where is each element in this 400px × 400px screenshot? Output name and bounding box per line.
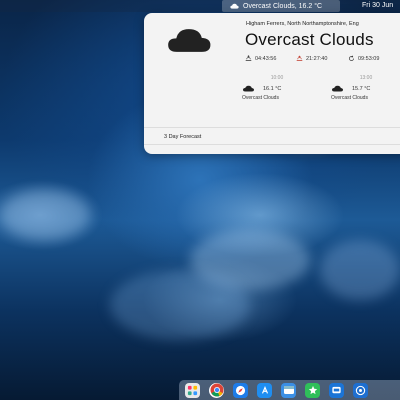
cloud-icon: [243, 85, 254, 92]
location-text: Higham Ferrers, North Northamptonshire, …: [246, 21, 359, 27]
hour-temp: 16.1 °C: [263, 85, 282, 92]
safari-icon[interactable]: [233, 382, 248, 398]
sunrise-info: 04:43:56: [245, 55, 276, 62]
eye-icon[interactable]: [156, 153, 166, 154]
dock: [179, 380, 400, 400]
hour-condition: Overcast Clouds: [242, 95, 279, 101]
current-condition: Overcast Clouds: [245, 30, 374, 49]
divider: [144, 144, 400, 145]
hour-condition: Overcast Clouds: [331, 95, 368, 101]
cloud-icon: [168, 29, 211, 52]
launchpad-icon[interactable]: [185, 382, 200, 398]
wallpaper-smoke: [320, 240, 400, 300]
weather-popover: Higham Ferrers, North Northamptonshire, …: [144, 13, 400, 154]
menubar-weather-item[interactable]: Overcast Clouds, 16.2 °C: [222, 0, 340, 12]
cloud-icon: [332, 85, 343, 92]
finder-icon[interactable]: [281, 382, 296, 398]
wallpaper-smoke: [110, 270, 250, 340]
divider: [144, 127, 400, 128]
app-store-icon[interactable]: [257, 382, 272, 398]
hour-time: 13:00: [359, 75, 373, 81]
day-length: 09:53:09: [358, 55, 380, 62]
sunset-icon: [296, 55, 303, 62]
hourly-forecast-item: 10:00 16.1 °C Overcast Clouds: [242, 75, 302, 101]
popover-toolbar: [156, 153, 198, 154]
sunrise-icon: [245, 55, 252, 62]
hour-temp: 15.7 °C: [352, 85, 371, 92]
sunset-time: 21:27:40: [306, 55, 328, 62]
menubar-date[interactable]: Fri 30 Jun: [362, 0, 393, 12]
refresh-clock-icon: [348, 55, 355, 62]
chrome-icon[interactable]: [209, 382, 224, 398]
cloud-icon: [230, 3, 239, 9]
blue-app-icon[interactable]: [329, 382, 344, 398]
wallpaper-smoke: [0, 190, 90, 240]
three-day-forecast-toggle[interactable]: 3 Day Forecast: [164, 134, 201, 140]
menubar-weather-text: Overcast Clouds, 16.2 °C: [243, 2, 323, 10]
hour-time: 10:00: [270, 75, 284, 81]
sunrise-time: 04:43:56: [255, 55, 277, 62]
refresh-icon[interactable]: [188, 153, 198, 154]
green-app-icon[interactable]: [305, 382, 320, 398]
menu-bar: Overcast Clouds, 16.2 °C Fri 30 Jun: [0, 0, 400, 12]
sunset-info: 21:27:40: [296, 55, 327, 62]
hourly-forecast-item: 13:00 15.7 °C Overcast Clouds: [331, 75, 391, 101]
desktop: Overcast Clouds, 16.2 °C Fri 30 Jun High…: [0, 0, 400, 400]
settings-app-icon[interactable]: [353, 382, 368, 398]
day-length-info: 09:53:09: [348, 55, 379, 62]
